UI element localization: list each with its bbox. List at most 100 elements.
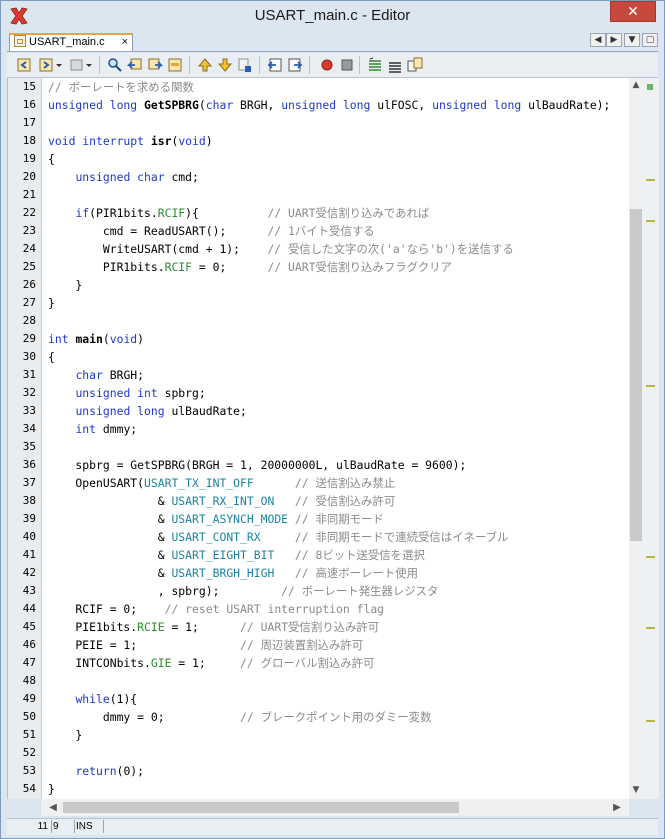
code-line[interactable]: 42 & USART_BRGH_HIGH // 高速ボーレート使用 [8, 564, 630, 582]
code-line[interactable]: 46 PEIE = 1; // 周辺装置割込み許可 [8, 636, 630, 654]
code-line[interactable]: 15 // ボーレートを求める関数 [8, 78, 630, 96]
code-line[interactable]: 37 OpenUSART(USART_TX_INT_OFF // 送信割込み禁止 [8, 474, 630, 492]
code-line[interactable]: 39 & USART_ASYNCH_MODE // 非同期モード [8, 510, 630, 528]
last-edit-dropdown-icon[interactable] [85, 57, 93, 73]
back-icon[interactable] [17, 57, 33, 73]
scroll-left-button[interactable]: ◀ [45, 799, 61, 816]
code-line[interactable]: 18 void interrupt isr(void) [8, 132, 630, 150]
line-number: 38 [22, 494, 36, 507]
line-number: 23 [22, 224, 36, 237]
code-line[interactable]: 19 { [8, 150, 630, 168]
code-line[interactable]: 29 int main(void) [8, 330, 630, 348]
horizontal-scrollbar[interactable]: ◀ ▶ [41, 799, 629, 816]
code-line[interactable]: 25 PIR1bits.RCIF = 0; // UART受信割り込みフラグクリ… [8, 258, 630, 276]
stop-macro-icon[interactable] [339, 57, 355, 73]
prev-bookmark-icon[interactable] [197, 57, 213, 73]
line-number: 33 [22, 404, 36, 417]
code-editor[interactable]: 15 // ボーレートを求める関数 16 unsigned long GetSPBRG… [7, 78, 630, 799]
next-bookmark-icon[interactable] [217, 57, 233, 73]
code-line[interactable]: 33 unsigned long ulBaudRate; [8, 402, 630, 420]
code-line[interactable]: 45 PIE1bits.RCIE = 1; // UART受信割り込み許可 [8, 618, 630, 636]
toggle-bookmark-icon[interactable] [237, 57, 253, 73]
close-button[interactable]: ✕ [610, 1, 656, 22]
line-number: 42 [22, 566, 36, 579]
line-number: 54 [22, 782, 36, 795]
code-line[interactable]: 32 unsigned int spbrg; [8, 384, 630, 402]
code-line[interactable]: 16 unsigned long GetSPBRG(char BRGH, unsi… [8, 96, 630, 114]
error-stripe-mark[interactable] [646, 179, 655, 181]
code-line[interactable]: 26 } [8, 276, 630, 294]
find-prev-icon[interactable] [127, 57, 143, 73]
toggle-highlight-icon[interactable] [167, 57, 183, 73]
maximize-button[interactable]: ▢ [642, 33, 658, 47]
forward-dropdown-icon[interactable] [55, 57, 63, 73]
forward-icon[interactable] [39, 57, 55, 73]
code-line[interactable]: 24 WriteUSART(cmd + 1); // 受信した文字の次('a'な… [8, 240, 630, 258]
line-number: 25 [22, 260, 36, 273]
tab-usart-main[interactable]: USART_main.c × [9, 33, 133, 51]
tab-list-button[interactable]: ▼ [624, 33, 640, 47]
code-line[interactable]: 36 spbrg = GetSPBRG(BRGH = 1, 20000000L,… [8, 456, 630, 474]
code-line[interactable]: 44 RCIF = 0; // reset USART interruption… [8, 600, 630, 618]
code-text: unsigned int spbrg; [75, 386, 206, 400]
error-stripe-mark[interactable] [646, 720, 655, 722]
horizontal-scroll-thumb[interactable] [63, 802, 459, 813]
error-stripe-mark[interactable] [646, 556, 655, 558]
code-text: & USART_EIGHT_BIT // 8ビット送受信を選択 [48, 548, 425, 562]
code-text: INTCONbits.GIE = 1; // グローバル割込み許可 [48, 656, 375, 670]
code-line[interactable]: 35 [8, 438, 630, 456]
code-text: // ボーレートを求める関数 [48, 80, 194, 94]
find-icon[interactable] [107, 57, 123, 73]
scroll-right-button[interactable]: ▶ [609, 799, 625, 816]
toolbar-separator [99, 56, 100, 74]
code-text: & USART_BRGH_HIGH // 高速ボーレート使用 [48, 566, 418, 580]
code-text: & USART_CONT_RX // 非同期モードで連続受信はイネーブル [48, 530, 509, 544]
code-line[interactable]: 31 char BRGH; [8, 366, 630, 384]
shift-left-icon[interactable] [267, 57, 283, 73]
vertical-scrollbar[interactable]: ▲ ▼ [629, 78, 643, 799]
code-line[interactable]: 41 & USART_EIGHT_BIT // 8ビット送受信を選択 [8, 546, 630, 564]
error-stripe-mark[interactable] [646, 220, 655, 222]
code-line[interactable]: 47 INTCONbits.GIE = 1; // グローバル割込み許可 [8, 654, 630, 672]
code-line[interactable]: 54} [8, 780, 630, 798]
status-line: 11 [27, 820, 52, 833]
vertical-scroll-thumb[interactable] [630, 209, 642, 541]
error-stripe-mark[interactable] [646, 385, 655, 387]
find-next-icon[interactable] [147, 57, 163, 73]
tab-close-icon[interactable]: × [122, 35, 128, 50]
last-edit-icon[interactable] [69, 57, 85, 73]
code-line[interactable]: 40 & USART_CONT_RX // 非同期モードで連続受信はイネーブル [8, 528, 630, 546]
code-line[interactable]: 50 dmmy = 0; // ブレークポイント用のダミー変数 [8, 708, 630, 726]
code-line[interactable]: 28 [8, 312, 630, 330]
uncomment-icon[interactable] [387, 57, 403, 73]
code-line[interactable]: 38 & USART_RX_INT_ON // 受信割込み許可 [8, 492, 630, 510]
code-line[interactable]: 43 , spbrg); // ボーレート発生器レジスタ [8, 582, 630, 600]
code-line[interactable]: 53 return(0); [8, 762, 630, 780]
diff-icon[interactable] [407, 57, 423, 73]
code-line[interactable]: 20 unsigned char cmd; [8, 168, 630, 186]
code-line[interactable]: 52 [8, 744, 630, 762]
error-stripe-mark[interactable] [646, 627, 655, 629]
code-text: unsigned long GetSPBRG(char BRGH, unsign… [48, 98, 611, 112]
editor-right-bar: ▲ ▼ [629, 78, 659, 799]
line-number: 39 [22, 512, 36, 525]
code-line[interactable]: 48 [8, 672, 630, 690]
code-line[interactable]: 34 int dmmy; [8, 420, 630, 438]
scroll-down-button[interactable]: ▼ [629, 783, 643, 797]
tab-prev-button[interactable]: ◀ [590, 33, 606, 47]
code-text: spbrg = GetSPBRG(BRGH = 1, 20000000L, ul… [48, 458, 467, 472]
code-line[interactable]: 51 } [8, 726, 630, 744]
start-macro-icon[interactable] [319, 57, 335, 73]
toolbar-separator [189, 56, 190, 74]
code-line[interactable]: 21 [8, 186, 630, 204]
code-line[interactable]: 22 if(PIR1bits.RCIF){ // UART受信割り込みであれば [8, 204, 630, 222]
code-line[interactable]: 23 cmd = ReadUSART(); // 1バイト受信する [8, 222, 630, 240]
scroll-up-button[interactable]: ▲ [629, 78, 643, 92]
code-line[interactable]: 49 while(1){ [8, 690, 630, 708]
code-line[interactable]: 30 { [8, 348, 630, 366]
tab-next-button[interactable]: ▶ [606, 33, 622, 47]
code-line[interactable]: 27} [8, 294, 630, 312]
comment-icon[interactable] [367, 57, 383, 73]
code-line[interactable]: 17 [8, 114, 630, 132]
shift-right-icon[interactable] [287, 57, 303, 73]
